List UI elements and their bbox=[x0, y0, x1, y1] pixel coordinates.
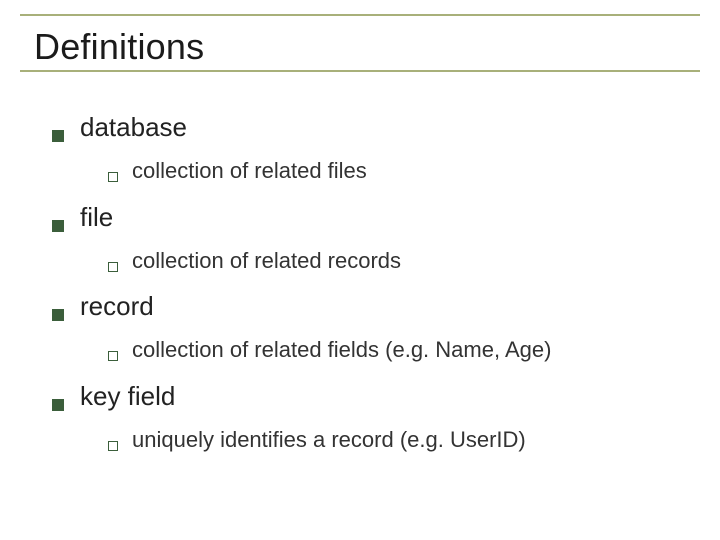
slide-title: Definitions bbox=[34, 26, 692, 68]
term-label: file bbox=[80, 202, 113, 233]
definition-row: collection of related files bbox=[108, 157, 692, 186]
term-row: database bbox=[52, 112, 692, 143]
bullet-hollow-icon bbox=[108, 172, 118, 182]
term-label: record bbox=[80, 291, 154, 322]
definitions-list: database collection of related files fil… bbox=[52, 112, 692, 454]
bullet-hollow-icon bbox=[108, 262, 118, 272]
title-rule-bottom bbox=[20, 70, 700, 72]
bullet-solid-icon bbox=[52, 130, 64, 142]
term-row: key field bbox=[52, 381, 692, 412]
definition-row: collection of related records bbox=[108, 247, 692, 276]
bullet-solid-icon bbox=[52, 309, 64, 321]
definition-text: collection of related files bbox=[132, 157, 367, 186]
term-row: record bbox=[52, 291, 692, 322]
term-label: database bbox=[80, 112, 187, 143]
definition-row: collection of related fields (e.g. Name,… bbox=[108, 336, 692, 365]
definition-text: collection of related fields (e.g. Name,… bbox=[132, 336, 551, 365]
bullet-hollow-icon bbox=[108, 351, 118, 361]
definition-text: collection of related records bbox=[132, 247, 401, 276]
bullet-solid-icon bbox=[52, 220, 64, 232]
definition-row: uniquely identifies a record (e.g. UserI… bbox=[108, 426, 692, 455]
term-label: key field bbox=[80, 381, 175, 412]
bullet-solid-icon bbox=[52, 399, 64, 411]
definition-text: uniquely identifies a record (e.g. UserI… bbox=[132, 426, 526, 455]
title-rule-top bbox=[20, 14, 700, 16]
bullet-hollow-icon bbox=[108, 441, 118, 451]
term-row: file bbox=[52, 202, 692, 233]
